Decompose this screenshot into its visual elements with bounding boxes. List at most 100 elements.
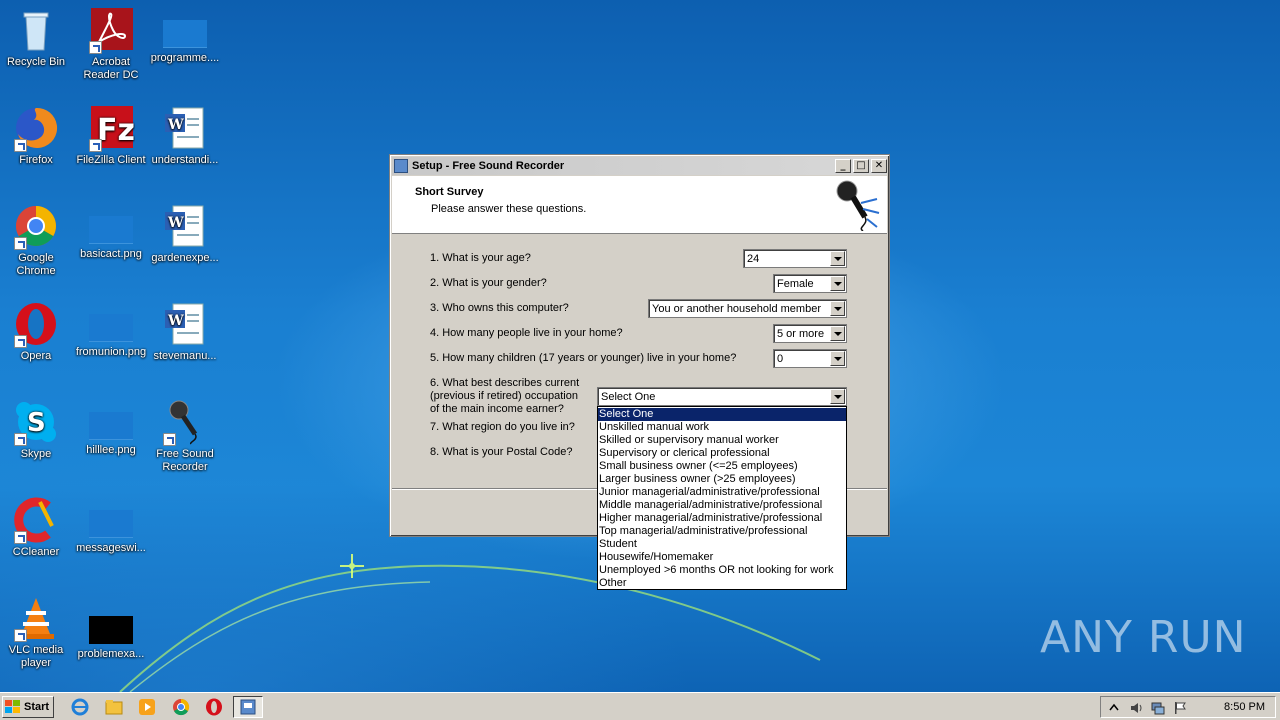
occupation-select[interactable]: Select One (597, 387, 847, 406)
desktop-icon-fromunion[interactable]: fromunion.png (73, 300, 149, 359)
household-size-select-value: 5 or more (777, 328, 825, 340)
desktop-icon-label: FileZilla Client (76, 154, 146, 166)
dropdown-option[interactable]: Small business owner (<=25 employees) (598, 460, 846, 473)
computer-owner-select[interactable]: You or another household member (648, 299, 847, 318)
dropdown-option[interactable]: Supervisory or clerical professional (598, 447, 846, 460)
dropdown-option[interactable]: Other (598, 577, 846, 590)
desktop-icon-label: gardenexpe... (151, 252, 219, 264)
children-select-value: 0 (777, 353, 784, 365)
household-size-select[interactable]: 5 or more (773, 324, 847, 343)
desktop-icon-label: Acrobat Reader DC (83, 56, 139, 81)
chevron-down-icon[interactable] (830, 301, 845, 316)
desktop-icon-gardenexpe[interactable]: W gardenexpe... (147, 202, 223, 265)
desktop-icon-label: VLC media player (8, 644, 64, 669)
desktop-icon-label: stevemanu... (153, 350, 217, 362)
desktop-icon-messageswi[interactable]: messageswi... (73, 496, 149, 555)
start-button[interactable]: Start (2, 696, 54, 718)
question-postal-code-label: 8. What is your Postal Code? (430, 446, 573, 458)
windows-logo-icon (5, 700, 21, 714)
dropdown-option[interactable]: Middle managerial/administrative/profess… (598, 499, 846, 512)
file-explorer-icon[interactable] (104, 697, 124, 717)
image-file-icon (89, 412, 133, 440)
taskbar-setup-window[interactable] (233, 696, 263, 718)
chevron-down-icon[interactable] (830, 326, 845, 341)
occupation-dropdown-list[interactable]: Select One Unskilled manual work Skilled… (597, 406, 847, 590)
desktop-icon-recycle-bin[interactable]: Recycle Bin (0, 6, 74, 69)
desktop-icon-label: CCleaner (12, 546, 60, 558)
desktop-icon-opera[interactable]: Opera (0, 300, 74, 363)
chevron-down-icon[interactable] (830, 276, 845, 291)
gender-select[interactable]: Female (773, 274, 847, 293)
word-doc-icon: W (161, 104, 209, 152)
desktop-icon-label: fromunion.png (75, 346, 147, 358)
volume-icon[interactable] (1129, 701, 1143, 715)
desktop-icon-understanding[interactable]: W understandi... (147, 104, 223, 167)
desktop-icon-label: Firefox (19, 154, 53, 166)
opera-icon (12, 300, 60, 348)
desktop-icon-label: Skype (20, 448, 52, 460)
question-region-label: 7. What region do you live in? (430, 421, 575, 433)
dropdown-option[interactable]: Unskilled manual work (598, 421, 846, 434)
close-button[interactable]: ✕ (871, 159, 887, 173)
dropdown-option[interactable]: Select One (598, 408, 846, 421)
dropdown-option[interactable]: Junior managerial/administrative/profess… (598, 486, 846, 499)
dropdown-option[interactable]: Student (598, 538, 846, 551)
action-center-flag-icon[interactable] (1173, 701, 1187, 715)
desktop-icon-label: messageswi... (76, 542, 146, 554)
children-select[interactable]: 0 (773, 349, 847, 368)
dropdown-option[interactable]: Larger business owner (>25 employees) (598, 473, 846, 486)
dropdown-option[interactable]: Housewife/Homemaker (598, 551, 846, 564)
firefox-icon (12, 104, 60, 152)
internet-explorer-icon[interactable] (70, 697, 90, 717)
dropdown-option[interactable]: Top managerial/administrative/profession… (598, 525, 846, 538)
desktop-icon-ccleaner[interactable]: CCleaner (0, 496, 74, 559)
desktop-icon-hilllee[interactable]: hilllee.png (73, 398, 149, 457)
desktop-icon-chrome[interactable]: Google Chrome (0, 202, 74, 278)
minimize-button[interactable]: _ (835, 159, 851, 173)
acrobat-icon (87, 6, 135, 54)
desktop-icon-problemexa[interactable]: problemexa... (73, 594, 149, 661)
desktop-icon-filezilla[interactable]: Fz FileZilla Client (73, 104, 149, 167)
question-household-size-label: 4. How many people live in your home? (430, 327, 623, 339)
maximize-button[interactable]: □ (853, 159, 869, 173)
question-occupation-line: 6. What best describes current (430, 377, 580, 389)
media-player-icon[interactable] (137, 697, 157, 717)
desktop-icon-label: problemexa... (77, 648, 145, 660)
dropdown-option[interactable]: Skilled or supervisory manual worker (598, 434, 846, 447)
dropdown-option[interactable]: Unemployed >6 months OR not looking for … (598, 564, 846, 577)
desktop-icon-skype[interactable]: S Skype (0, 398, 74, 461)
dialog-titlebar[interactable]: Setup - Free Sound Recorder _ □ ✕ (392, 157, 887, 175)
chevron-up-icon[interactable] (1107, 701, 1121, 715)
ccleaner-icon (12, 496, 60, 544)
page-subtitle: Please answer these questions. (431, 203, 587, 215)
chevron-down-icon[interactable] (830, 389, 845, 404)
opera-icon[interactable] (204, 697, 224, 717)
desktop-icon-stevemanu[interactable]: W stevemanu... (147, 300, 223, 363)
image-file-icon (163, 20, 207, 48)
setup-app-icon (394, 159, 408, 173)
dropdown-option[interactable]: Higher managerial/administrative/profess… (598, 512, 846, 525)
desktop-icon-label: basicact.png (80, 248, 142, 260)
chevron-down-icon[interactable] (830, 351, 845, 366)
desktop-icon-basicact[interactable]: basicact.png (73, 202, 149, 261)
word-doc-icon: W (161, 202, 209, 250)
question-occupation-line: (previous if retired) occupation (430, 390, 578, 402)
question-occupation-line: of the main income earner? (430, 403, 564, 415)
desktop-icon-free-sound-recorder[interactable]: Free Sound Recorder (147, 398, 223, 474)
desktop-icon-programme[interactable]: programme.... (147, 6, 223, 65)
age-select[interactable]: 24 (743, 249, 847, 268)
svg-text:S: S (27, 408, 46, 438)
chevron-down-icon[interactable] (830, 251, 845, 266)
desktop-icon-acrobat[interactable]: Acrobat Reader DC (73, 6, 149, 82)
microphone-icon (161, 398, 209, 446)
chrome-icon[interactable] (171, 697, 191, 717)
taskbar-clock[interactable]: 8:50 PM (1224, 701, 1265, 713)
taskbar: Start 8:50 PM (0, 692, 1280, 720)
network-icon[interactable] (1151, 701, 1165, 715)
desktop-icon-vlc[interactable]: VLC media player (0, 594, 74, 670)
desktop-icon-firefox[interactable]: Firefox (0, 104, 74, 167)
image-file-icon (89, 510, 133, 538)
desktop-icon-label: Google Chrome (16, 252, 56, 277)
chrome-icon (12, 202, 60, 250)
svg-text:W: W (167, 117, 184, 133)
